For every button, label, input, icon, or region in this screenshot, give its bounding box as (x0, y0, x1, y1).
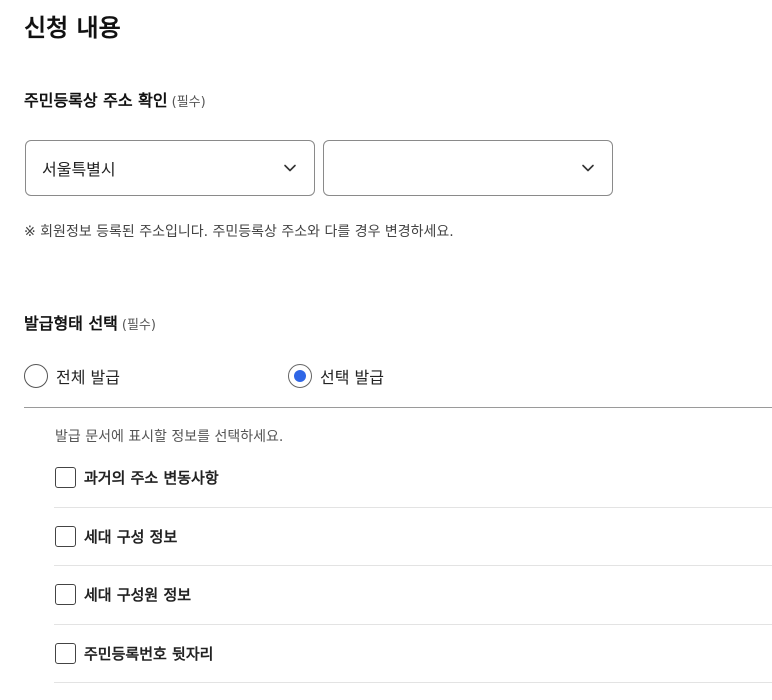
radio-unchecked-icon (24, 364, 48, 388)
issue-type-section-label: 발급형태 선택 (필수) (24, 313, 156, 337)
radio-select-issue[interactable]: 선택 발급 (288, 363, 384, 389)
checkbox-icon (55, 583, 76, 605)
checkbox-label: 주민등록번호 뒷자리 (84, 644, 214, 663)
chevron-down-icon (284, 164, 296, 172)
checkbox-resident-number-suffix[interactable]: 주민등록번호 뒷자리 (54, 624, 772, 682)
checkbox-household-info[interactable]: 세대 구성 정보 (54, 507, 772, 565)
checkbox-icon (55, 525, 76, 547)
select-helper-text: 발급 문서에 표시할 정보를 선택하세요. (55, 429, 284, 445)
checkbox-past-address-changes[interactable]: 과거의 주소 변동사항 (54, 448, 772, 506)
checkbox-label: 세대 구성원 정보 (84, 585, 192, 604)
section-divider (24, 407, 772, 408)
checkbox-icon (55, 466, 76, 488)
checkbox-household-members[interactable]: 세대 구성원 정보 (54, 565, 772, 623)
address-label-text: 주민등록상 주소 확인 (24, 91, 168, 110)
required-mark: (필수) (121, 318, 156, 333)
city-select-value: 서울특별시 (42, 160, 116, 179)
city-select[interactable]: 서울특별시 (25, 140, 315, 196)
row-divider (54, 682, 772, 683)
radio-checked-icon (288, 364, 312, 388)
radio-select-issue-label: 선택 발급 (320, 368, 384, 387)
checkbox-label: 과거의 주소 변동사항 (84, 468, 219, 487)
issue-type-label-text: 발급형태 선택 (24, 314, 118, 333)
address-notice: ※ 회원정보 등록된 주소입니다. 주민등록상 주소와 다를 경우 변경하세요. (24, 224, 454, 240)
radio-full-issue-label: 전체 발급 (56, 368, 120, 387)
district-select[interactable] (323, 140, 613, 196)
application-content-page: 신청 내용 주민등록상 주소 확인 (필수) 서울특별시 ※ 회원정보 등록된 주… (0, 0, 772, 700)
checkbox-icon (55, 642, 76, 664)
checkbox-label: 세대 구성 정보 (84, 527, 178, 546)
page-title: 신청 내용 (24, 14, 121, 42)
chevron-down-icon (582, 164, 594, 172)
required-mark: (필수) (171, 95, 206, 110)
address-section-label: 주민등록상 주소 확인 (필수) (24, 90, 206, 114)
radio-full-issue[interactable]: 전체 발급 (24, 363, 120, 389)
